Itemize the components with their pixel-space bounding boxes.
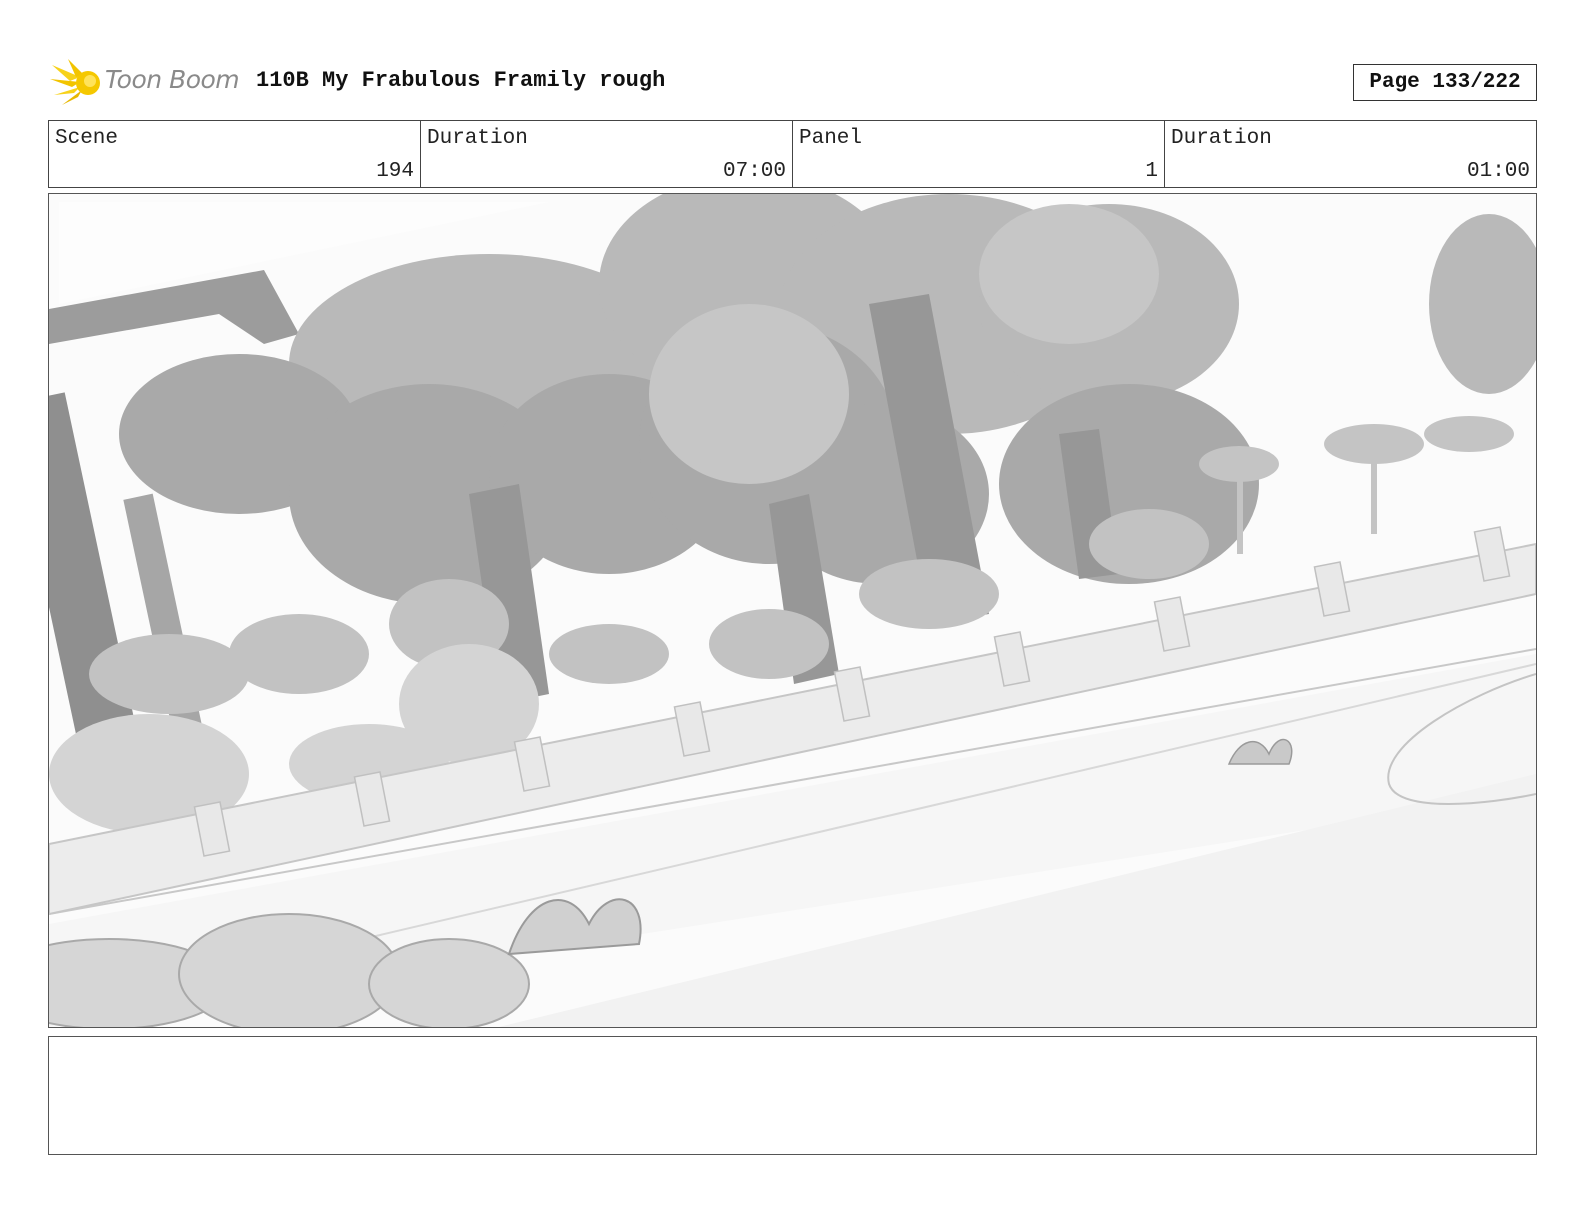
toon-boom-logo: Toon Boom	[50, 57, 240, 107]
document-title: 110B My Frabulous Framily rough	[256, 68, 666, 93]
panel-number: 1	[1145, 160, 1158, 183]
panel-illustration	[49, 194, 1536, 1027]
logo-wordmark: Toon Boom	[105, 65, 240, 94]
panel-notes-box	[48, 1036, 1537, 1155]
scene-cell: Scene 194	[49, 121, 421, 187]
panel-duration-cell: Duration 01:00	[1165, 121, 1536, 187]
panel-duration-label: Duration	[1171, 127, 1272, 150]
panel-label: Panel	[799, 127, 863, 150]
page-indicator: Page 133/222	[1353, 64, 1537, 101]
scene-info-table: Scene 194 Duration 07:00 Panel 1 Duratio…	[48, 120, 1537, 188]
sun-burst-icon	[50, 59, 100, 105]
scene-label: Scene	[55, 127, 119, 150]
scene-duration-label: Duration	[427, 127, 528, 150]
scene-number: 194	[376, 160, 414, 183]
scene-duration-cell: Duration 07:00	[421, 121, 793, 187]
panel-cell: Panel 1	[793, 121, 1165, 187]
scene-duration-value: 07:00	[722, 160, 786, 183]
panel-duration-value: 01:00	[1466, 160, 1530, 183]
storyboard-panel-frame	[48, 193, 1537, 1028]
